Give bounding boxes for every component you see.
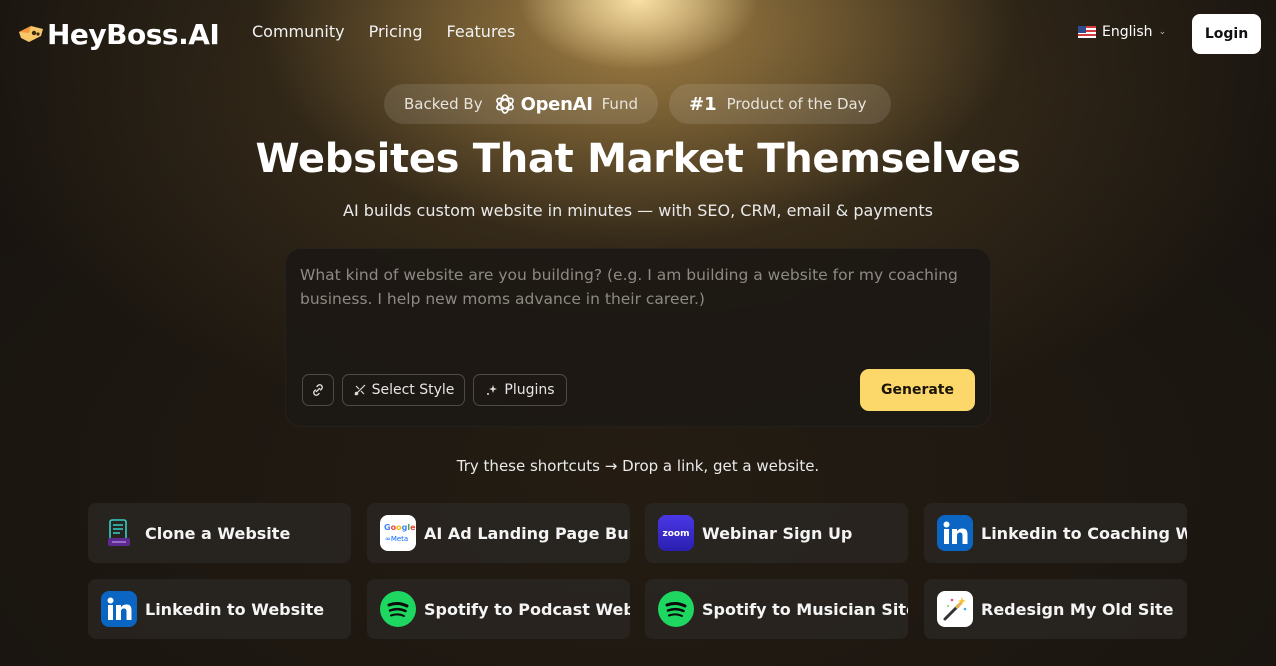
us-flag-icon [1078,26,1096,38]
google-meta-ads-icon: Google ∞Meta [380,515,416,551]
brand-logo[interactable]: HeyBoss.AI [17,16,220,52]
shortcut-label: Linkedin to Website [145,599,325,619]
page-subtitle: AI builds custom website in minutes — wi… [343,201,933,220]
website-description-input[interactable] [300,263,976,353]
linkedin-icon [101,591,137,627]
linkedin-icon [937,515,973,551]
shortcut-linkedin-to-website[interactable]: Linkedin to Website [88,579,351,639]
rank-text: Product of the Day [726,95,867,113]
select-style-button[interactable]: Select Style [342,374,465,406]
brand-name: HeyBoss.AI [47,17,220,51]
magic-wand-icon [937,591,973,627]
svg-text:∞Meta: ∞Meta [385,535,408,543]
shortcut-clone-website[interactable]: Clone a Website [88,503,351,563]
shortcut-label: AI Ad Landing Page Builder [424,523,630,543]
zoom-icon: zoom [658,515,694,551]
brand-mark-icon [19,26,43,42]
language-label: English [1102,24,1153,40]
link-icon [313,384,323,396]
chevron-down-icon: ⌄ [1158,27,1167,37]
page: HeyBoss.AI Community Pricing Features En… [0,0,1276,666]
nav-link-community[interactable]: Community [252,22,345,41]
openai-icon [495,94,514,114]
shortcut-webinar-sign-up[interactable]: zoom Webinar Sign Up [645,503,908,563]
sparkle-icon [487,385,498,395]
website-prompt-panel: Select Style Plugins Generate [285,248,991,427]
fund-text: Fund [601,95,638,113]
backed-by-openai-badge: Backed By OpenAI Fund [384,84,658,124]
spotify-icon [380,591,416,627]
shortcut-label: Linkedin to Coaching Website [981,523,1187,543]
svg-text:zoom: zoom [663,529,690,539]
product-of-the-day-badge: #1 Product of the Day [669,84,891,124]
shortcut-label: Redesign My Old Site [981,599,1174,619]
page-title: Websites That Market Themselves [255,136,1021,182]
plugins-label: Plugins [504,382,555,398]
attach-link-button[interactable] [302,374,334,406]
svg-text:Google: Google [384,523,416,532]
backed-by-text: Backed By [404,95,483,113]
shortcut-label: Webinar Sign Up [702,523,853,543]
shortcut-linkedin-coaching-website[interactable]: Linkedin to Coaching Website [924,503,1187,563]
nav-link-features[interactable]: Features [447,22,516,41]
shortcut-spotify-podcast-website[interactable]: Spotify to Podcast Website [367,579,630,639]
shortcut-ai-ad-landing-page[interactable]: Google ∞Meta AI Ad Landing Page Builder [367,503,630,563]
openai-wordmark: OpenAI [520,93,593,115]
clone-website-icon [101,515,137,551]
shortcut-spotify-musician-site[interactable]: Spotify to Musician Site [645,579,908,639]
shortcut-label: Spotify to Podcast Website [424,599,630,619]
login-button[interactable]: Login [1192,14,1261,54]
shortcut-label: Clone a Website [145,523,291,543]
main-nav: Community Pricing Features [252,22,515,41]
shortcuts-hint: Try these shortcuts → Drop a link, get a… [456,457,820,475]
spotify-icon [658,591,694,627]
shortcut-redesign-old-site[interactable]: Redesign My Old Site [924,579,1187,639]
language-selector[interactable]: English ⌄ [1078,24,1166,40]
palette-brush-icon [354,384,366,396]
shortcut-label: Spotify to Musician Site [702,599,908,619]
plugins-button[interactable]: Plugins [473,374,567,406]
generate-button[interactable]: Generate [860,369,975,411]
select-style-label: Select Style [371,382,455,398]
rank-number: #1 [689,93,717,115]
nav-link-pricing[interactable]: Pricing [369,22,423,41]
